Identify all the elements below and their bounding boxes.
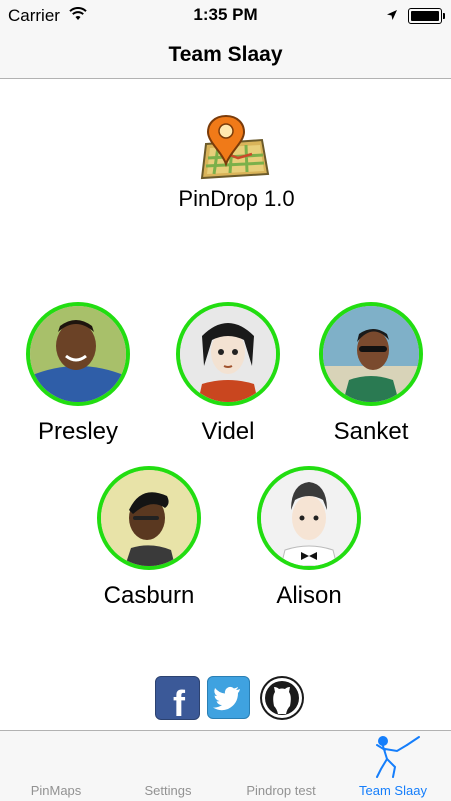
team-member-alison[interactable]: Alison [229, 466, 389, 610]
tab-team-slaay[interactable]: Team Slaay [337, 731, 449, 801]
status-bar: Carrier 1:35 PM [0, 0, 451, 32]
github-icon[interactable] [260, 676, 304, 720]
avatar [257, 466, 361, 570]
app-version-label: PinDrop 1.0 [178, 186, 295, 211]
facebook-glyph: f [173, 683, 185, 724]
map-pin-icon [200, 114, 270, 185]
avatar [319, 302, 423, 406]
team-member-sanket[interactable]: Sanket [291, 302, 451, 446]
tab-bar: PinMaps Settings Pindrop test Team Slaay [0, 730, 451, 801]
fencer-icon [373, 735, 423, 786]
avatar [97, 466, 201, 570]
member-name: Alison [276, 582, 342, 609]
team-member-presley[interactable]: Presley [0, 302, 158, 446]
member-name: Sanket [333, 418, 409, 445]
tab-settings[interactable]: Settings [112, 731, 224, 801]
avatar [26, 302, 130, 406]
page-title: Team Slaay [168, 43, 283, 66]
navigation-bar: Team Slaay [0, 32, 451, 79]
tab-pindrop-test[interactable]: Pindrop test [225, 731, 337, 801]
member-name: Casburn [103, 582, 195, 609]
tab-label: Settings [144, 783, 192, 798]
tab-label: Team Slaay [359, 783, 427, 798]
member-name: Videl [201, 418, 255, 445]
location-arrow-icon [386, 8, 398, 26]
status-time: 1:35 PM [193, 5, 258, 24]
tab-label: Pindrop test [246, 783, 316, 798]
facebook-icon[interactable]: f [155, 676, 200, 724]
tab-label: PinMaps [30, 783, 82, 798]
team-member-videl[interactable]: Videl [148, 302, 308, 446]
member-name: Presley [37, 418, 119, 445]
twitter-icon[interactable] [207, 676, 250, 719]
team-member-casburn[interactable]: Casburn [69, 466, 229, 610]
tab-pinmaps[interactable]: PinMaps [0, 731, 112, 801]
avatar [176, 302, 280, 406]
battery-icon [408, 8, 445, 24]
